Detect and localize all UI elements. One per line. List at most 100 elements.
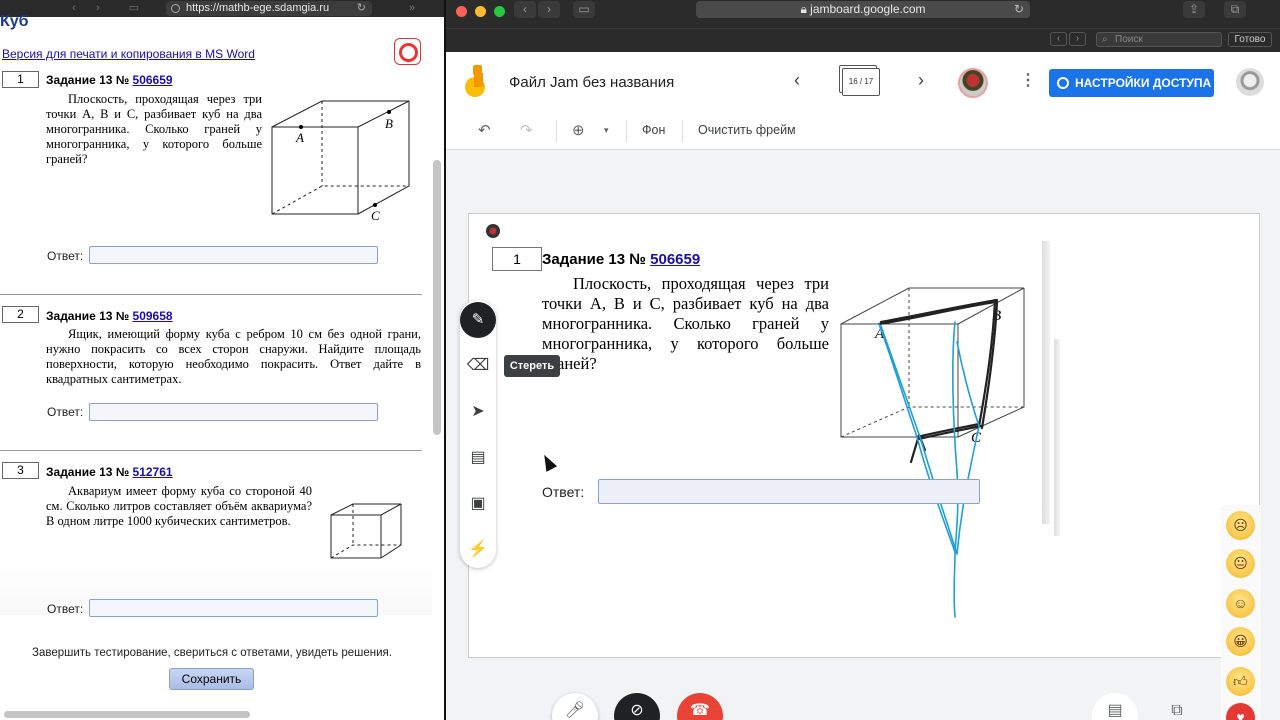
pen-icon[interactable]: ✎: [460, 302, 496, 338]
task-id-link[interactable]: 509658: [133, 309, 173, 323]
task-number: 1: [2, 71, 39, 88]
laser-icon[interactable]: ⚡: [460, 532, 496, 568]
address-text: https://mathb-ege.sdamgia.ru: [186, 2, 330, 14]
reload-icon[interactable]: ↻: [357, 1, 366, 16]
back-icon[interactable]: ‹: [1050, 32, 1067, 46]
address-text: jamboard.google.com: [810, 2, 926, 16]
tabs-icon[interactable]: ⧉: [1224, 1, 1246, 18]
save-button[interactable]: Сохранить: [169, 668, 254, 690]
divider: [0, 294, 422, 295]
reload-icon[interactable]: ↻: [1014, 1, 1024, 18]
chevron-left-icon[interactable]: ‹: [794, 70, 800, 91]
print-version-link[interactable]: Версия для печати и копирования в MS Wor…: [2, 47, 255, 61]
task-header: Задание 13 № 506659: [542, 251, 700, 268]
hangup-icon[interactable]: ☎: [677, 693, 723, 720]
task-title: Задание 13 №: [46, 309, 130, 323]
task-text: Плоскость, проходящая через три точки A,…: [46, 92, 262, 166]
pasted-image-edge: [1054, 339, 1060, 536]
done-button[interactable]: Готово: [1228, 32, 1272, 47]
share-icon[interactable]: ⇪: [1183, 1, 1205, 18]
present-icon[interactable]: ⧉: [1154, 693, 1200, 720]
vertical-scrollbar[interactable]: [433, 160, 441, 435]
task-title: Задание 13 №: [46, 465, 130, 479]
close-window-icon[interactable]: [456, 6, 467, 17]
horizontal-scrollbar[interactable]: [4, 711, 250, 718]
address-bar[interactable]: 🔒︎ jamboard.google.com ↻: [696, 1, 1030, 18]
point-a-label: A: [295, 130, 304, 145]
back-icon[interactable]: ‹: [514, 1, 536, 18]
browser-subbar: ‹ › ⌕ Поиск Готово: [446, 28, 1280, 52]
task-header: Задание 13 № 506659: [46, 73, 173, 87]
call-controls: 🎤︎ ⊘ ☎ ▤ ⧉: [446, 690, 1280, 720]
task-id-link[interactable]: 506659: [133, 73, 173, 87]
cube-figure-with-drawing: A B C: [840, 287, 1025, 618]
address-bar[interactable]: https://mathb-ege.sdamgia.ru ↻: [166, 1, 372, 16]
redo-icon[interactable]: ↷: [520, 121, 533, 139]
task-number: 1: [492, 247, 542, 271]
jam-toolbar: ↶ ↷ ⊕ ▾ Фон Очистить фрейм: [446, 112, 1280, 150]
image-icon[interactable]: ▣: [460, 486, 496, 522]
sad-face-icon[interactable]: ☹: [1226, 511, 1255, 540]
camera-off-icon[interactable]: ⊘: [614, 693, 660, 720]
share-settings-button[interactable]: НАСТРОЙКИ ДОСТУПА: [1049, 69, 1214, 97]
mic-icon[interactable]: 🎤︎: [552, 693, 598, 720]
answer-input-2[interactable]: [89, 403, 378, 421]
left-browser-window: ‹ › ▭ https://mathb-ege.sdamgia.ru ↻ » К…: [0, 0, 444, 720]
page-title: Куб: [0, 13, 29, 30]
neutral-face-icon[interactable]: 😐︎: [1226, 549, 1255, 578]
collaborator-avatar: [486, 224, 500, 238]
undo-icon[interactable]: ↶: [478, 121, 491, 139]
sticky-note-icon[interactable]: ▤: [460, 440, 496, 476]
task-header: Задание 13 № 512761: [46, 465, 173, 479]
jam-canvas[interactable]: 1 Задание 13 № 506659 Плоскость, проходя…: [468, 213, 1260, 658]
avatar[interactable]: [958, 68, 988, 98]
zoom-dropdown-icon[interactable]: ▾: [604, 125, 609, 136]
task-number: 3: [2, 462, 39, 479]
answer-label: Ответ:: [47, 602, 84, 616]
pasted-image-edge: [1042, 241, 1050, 524]
lock-icon: [171, 4, 180, 13]
answer-label: Ответ:: [542, 484, 585, 500]
zoom-icon[interactable]: ⊕: [572, 121, 585, 139]
task-header: Задание 13 № 509658: [46, 309, 173, 323]
back-icon[interactable]: ‹: [64, 1, 84, 16]
more-vert-icon[interactable]: ⋮: [1020, 70, 1036, 90]
browser-titlebar: ‹ › ▭ 🔒︎ jamboard.google.com ↻ ⇪ ⧉: [446, 0, 1280, 28]
lifebuoy-icon[interactable]: [394, 38, 421, 65]
point-c-label: C: [371, 208, 380, 222]
background-button[interactable]: Фон: [642, 123, 665, 137]
eraser-icon[interactable]: ⌫: [460, 348, 496, 384]
maximize-window-icon[interactable]: [494, 6, 505, 17]
minimize-window-icon[interactable]: [475, 6, 486, 17]
forward-icon[interactable]: ›: [538, 1, 560, 18]
toolbar-divider: [556, 120, 557, 142]
share-button-label: НАСТРОЙКИ ДОСТУПА: [1075, 76, 1212, 90]
divider: [0, 450, 422, 451]
sidebar-icon[interactable]: ▭: [573, 1, 595, 18]
answer-input-1[interactable]: [89, 246, 378, 264]
chevron-more-icon[interactable]: »: [402, 1, 422, 16]
jamboard-header: Файл Jam без названия ‹ 16 / 17 › ⋮ НАСТ…: [446, 52, 1280, 112]
task-id-link[interactable]: 512761: [133, 465, 173, 479]
globe-icon: [1057, 77, 1069, 89]
jamboard-logo-icon: [465, 65, 485, 97]
frame-indicator[interactable]: 16 / 17: [842, 68, 880, 96]
reactions-panel: ☹ 😐︎ ☺ 😀︎ 👍︎ ♥: [1221, 505, 1261, 720]
search-field[interactable]: ⌕ Поиск: [1096, 32, 1222, 47]
account-avatar[interactable]: [1236, 68, 1264, 96]
answer-label: Ответ:: [47, 249, 84, 263]
chat-icon[interactable]: ▤: [1092, 693, 1138, 720]
left-browser-toolbar: ‹ › ▭ https://mathb-ege.sdamgia.ru ↻ »: [0, 0, 444, 17]
forward-icon[interactable]: ›: [88, 1, 108, 16]
finish-testing-text: Завершить тестирование, свериться с отве…: [32, 647, 392, 659]
jam-file-title[interactable]: Файл Jam без названия: [509, 74, 674, 91]
answer-input-3[interactable]: [89, 599, 378, 617]
forward-icon[interactable]: ›: [1069, 32, 1086, 46]
task-text: Ящик, имеющий форму куба с ребром 10 см …: [46, 327, 421, 386]
smile-face-icon[interactable]: ☺: [1226, 589, 1255, 618]
select-icon[interactable]: ➤: [460, 394, 496, 430]
clear-frame-button[interactable]: Очистить фрейм: [698, 123, 796, 137]
laugh-face-icon[interactable]: 😀︎: [1226, 627, 1255, 656]
sidebar-icon[interactable]: ▭: [124, 1, 144, 16]
chevron-right-icon[interactable]: ›: [918, 70, 924, 91]
